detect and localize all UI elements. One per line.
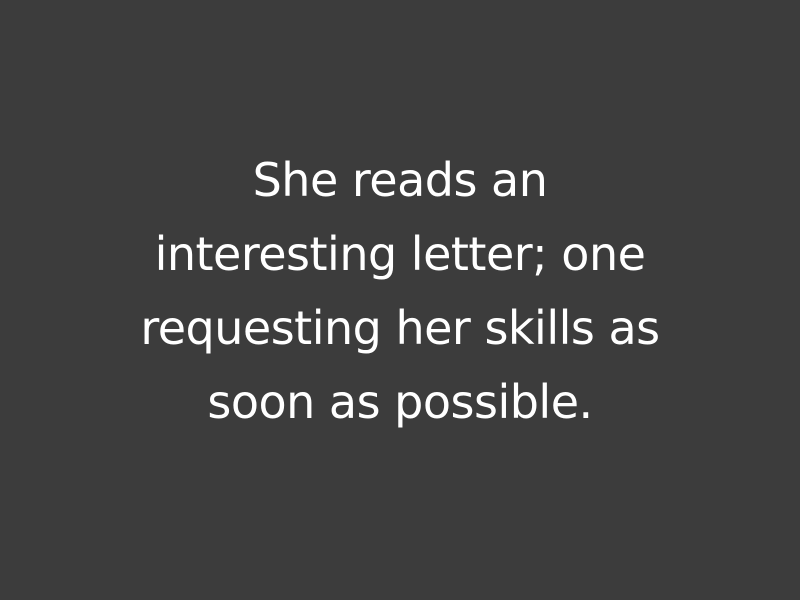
caption-line-1: She reads an: [252, 153, 548, 207]
caption-line-4: soon as possible.: [207, 375, 593, 429]
text-slide: She reads an interesting letter; one req…: [0, 0, 800, 600]
caption-line-2: interesting letter; one: [154, 227, 646, 281]
caption-text: She reads an interesting letter; one req…: [0, 143, 800, 439]
caption-line-3: requesting her skills as: [140, 301, 660, 355]
